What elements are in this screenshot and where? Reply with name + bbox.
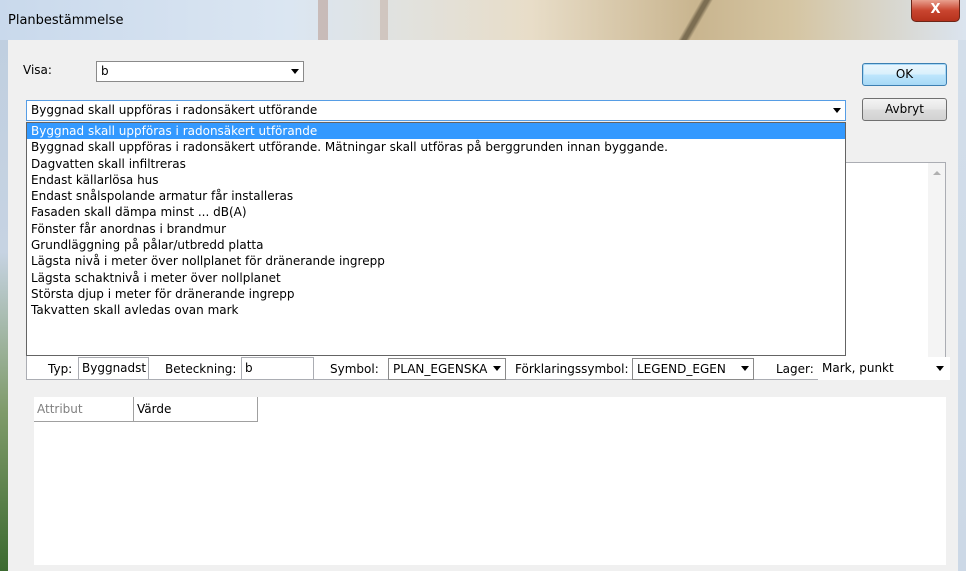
list-item[interactable]: Grundläggning på pålar/utbredd platta: [27, 237, 845, 253]
close-icon: X: [930, 2, 941, 17]
list-item[interactable]: Endast snålspolande armatur får installe…: [27, 188, 845, 204]
symbol-value: PLAN_EGENSKA: [393, 362, 488, 376]
beteckning-label: Beteckning:: [165, 362, 237, 376]
grid-header-attribut[interactable]: Attribut: [34, 397, 134, 422]
list-item[interactable]: Byggnad skall uppföras i radonsäkert utf…: [27, 123, 845, 140]
chevron-down-icon: [936, 366, 944, 371]
typ-label: Typ:: [48, 362, 73, 376]
chevron-down-icon: [493, 366, 501, 371]
grid-header-varde[interactable]: Värde: [134, 397, 258, 422]
lager-dropdown[interactable]: Mark, punkt: [818, 357, 950, 380]
list-item[interactable]: Dagvatten skall infiltreras: [27, 156, 845, 172]
bestammelse-options-list: Byggnad skall uppföras i radonsäkert utf…: [26, 122, 846, 356]
scroll-up-icon[interactable]: [933, 171, 941, 175]
lager-value: Mark, punkt: [822, 361, 894, 375]
window-frame-left: [0, 40, 8, 571]
cancel-button[interactable]: Avbryt: [862, 98, 947, 121]
list-item[interactable]: Lägsta schaktnivå i meter över nollplane…: [27, 270, 845, 286]
forklaringssymbol-value: LEGEND_EGEN: [637, 362, 726, 376]
attribute-grid[interactable]: Attribut Värde: [34, 397, 946, 565]
titlebar-decoration: [640, 0, 820, 40]
list-item[interactable]: Takvatten skall avledas ovan mark: [27, 302, 845, 318]
forklaringssymbol-label: Förklaringssymbol:: [515, 362, 629, 376]
list-item[interactable]: Fasaden skall dämpa minst ... dB(A): [27, 204, 845, 220]
chevron-down-icon: [833, 108, 841, 113]
title-bar: Planbestämmelse X: [0, 0, 966, 40]
list-item[interactable]: Lägsta nivå i meter över nollplanet för …: [27, 253, 845, 269]
symbol-label: Symbol:: [330, 362, 379, 376]
chevron-down-icon: [291, 69, 299, 74]
list-item[interactable]: Byggnad skall uppföras i radonsäkert utf…: [27, 139, 845, 155]
beteckning-field[interactable]: b: [241, 357, 314, 380]
list-item[interactable]: Fönster får anordnas i brandmur: [27, 221, 845, 237]
forklaringssymbol-dropdown[interactable]: LEGEND_EGEN: [632, 358, 754, 380]
bestammelse-selected-value: Byggnad skall uppföras i radonsäkert utf…: [31, 103, 318, 117]
dialog-client-area: Visa: b OK Avbryt Byggnad skall uppföras…: [8, 40, 958, 571]
ok-button[interactable]: OK: [862, 63, 947, 86]
visa-value: b: [101, 64, 109, 78]
symbol-dropdown[interactable]: PLAN_EGENSKA: [388, 358, 506, 380]
titlebar-decoration: [318, 0, 328, 40]
window-title: Planbestämmelse: [8, 13, 124, 28]
lager-label: Lager:: [776, 362, 814, 376]
visa-label: Visa:: [23, 63, 52, 77]
typ-field[interactable]: Byggnadst: [78, 357, 149, 380]
list-item[interactable]: Endast källarlösa hus: [27, 172, 845, 188]
close-button[interactable]: X: [911, 0, 960, 22]
window-frame-right: [958, 40, 966, 571]
visa-dropdown[interactable]: b: [96, 61, 304, 82]
vertical-scrollbar[interactable]: [928, 163, 945, 379]
titlebar-decoration: [380, 0, 388, 40]
list-item[interactable]: Största djup i meter för dränerande ingr…: [27, 286, 845, 302]
chevron-down-icon: [741, 366, 749, 371]
bestammelse-dropdown[interactable]: Byggnad skall uppföras i radonsäkert utf…: [26, 100, 846, 121]
